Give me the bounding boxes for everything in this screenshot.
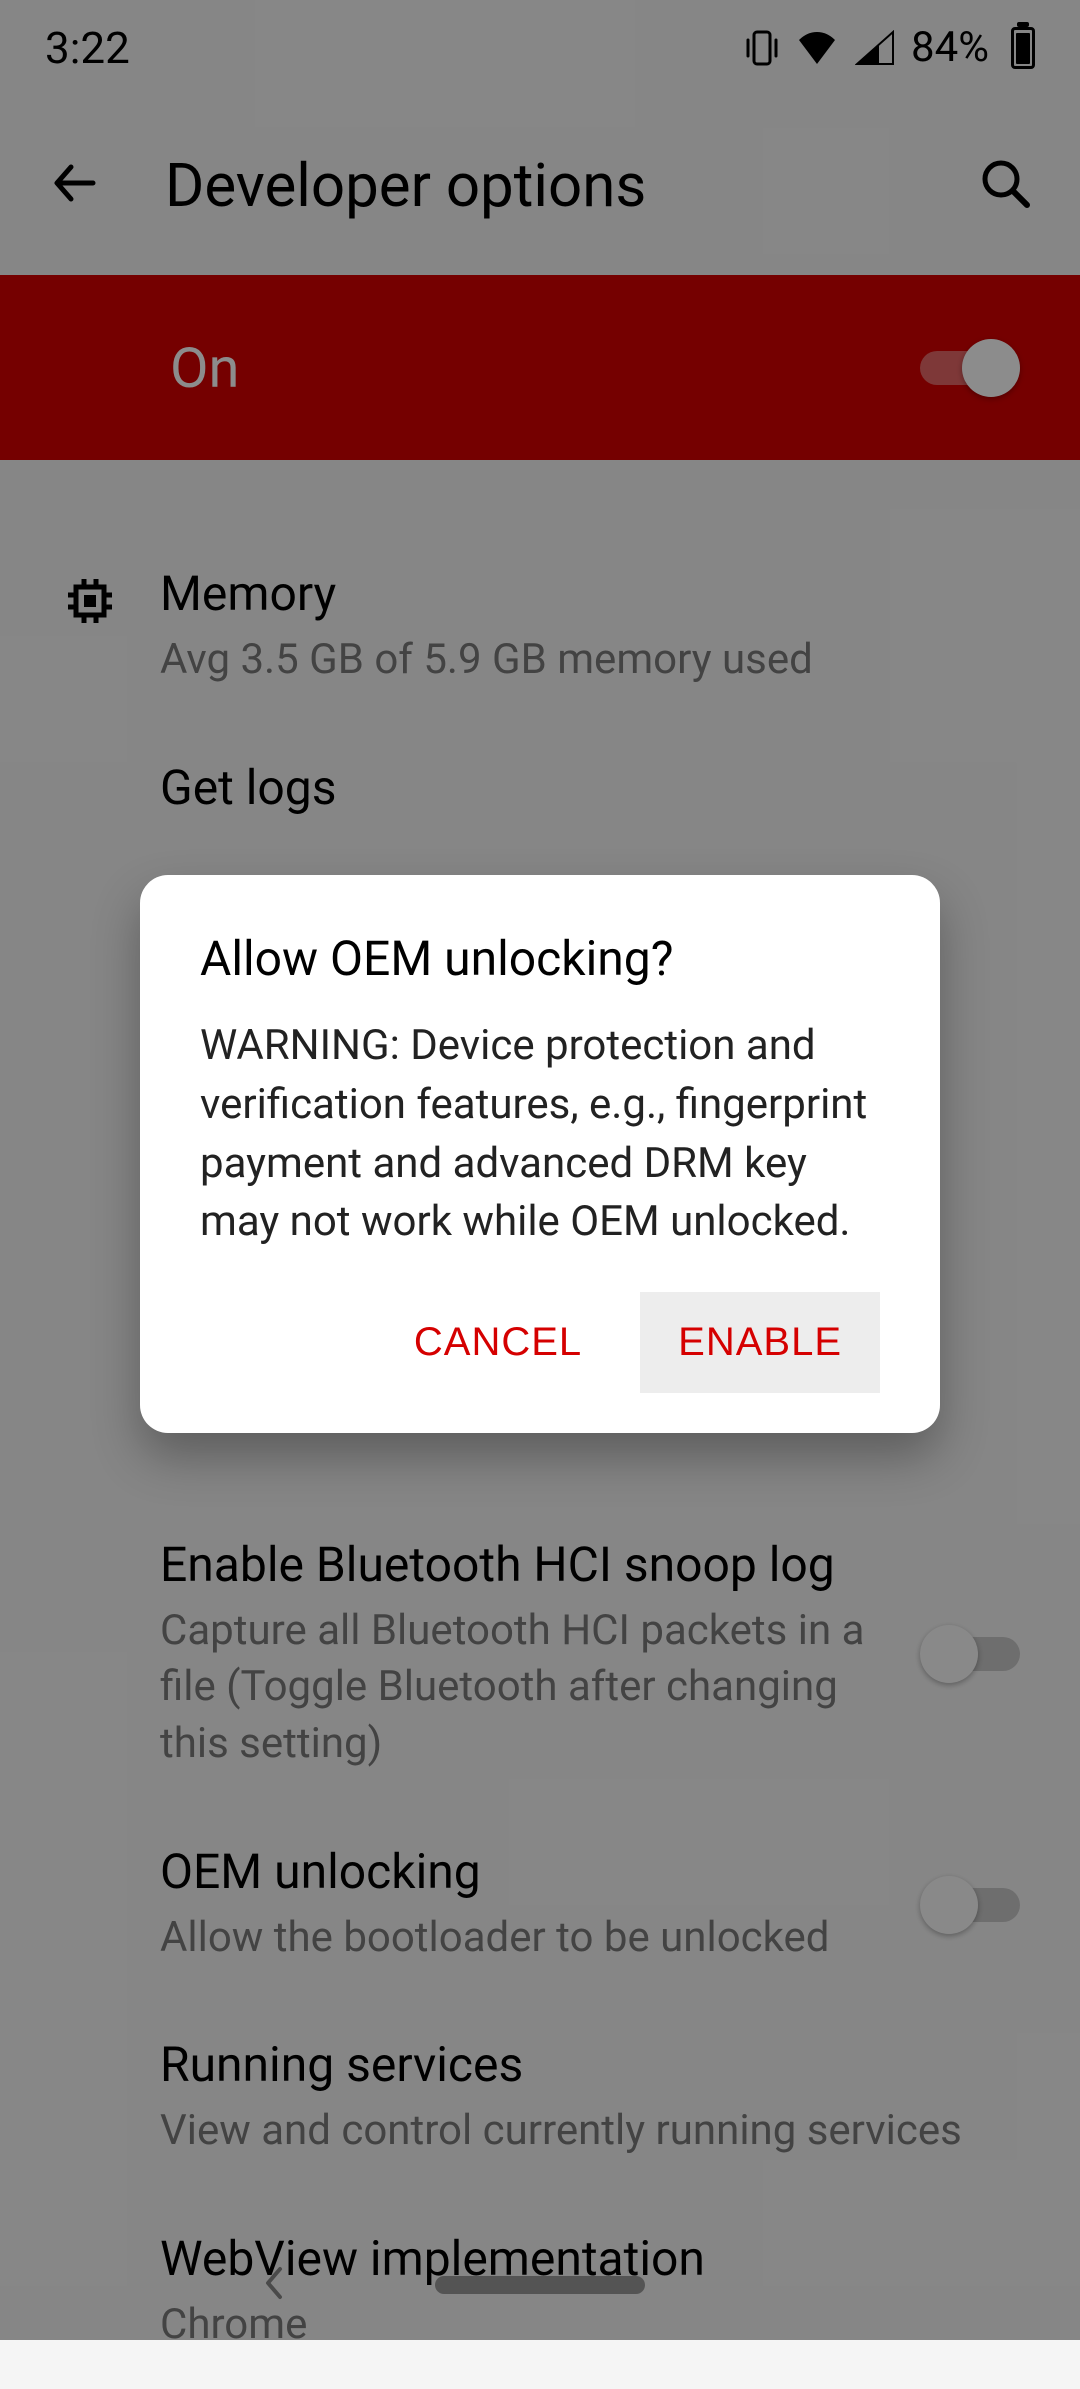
oem-unlock-dialog: Allow OEM unlocking? WARNING: Device pro… <box>140 875 940 1433</box>
dialog-title: Allow OEM unlocking? <box>200 930 880 987</box>
dialog-body: WARNING: Device protection and verificat… <box>200 1017 880 1252</box>
enable-button[interactable]: ENABLE <box>640 1292 880 1393</box>
cancel-button[interactable]: CANCEL <box>376 1292 620 1393</box>
dialog-actions: CANCEL ENABLE <box>200 1292 880 1393</box>
